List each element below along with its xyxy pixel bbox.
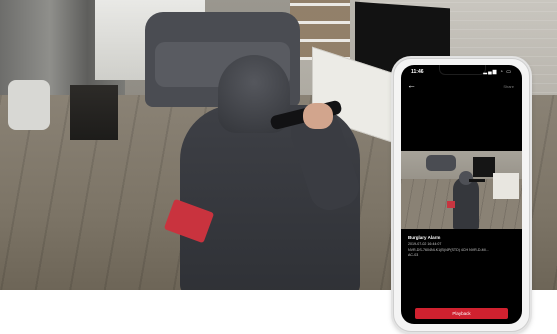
- photo-chair: [8, 80, 50, 130]
- playback-button[interactable]: Playback: [415, 308, 508, 319]
- snapshot-bag: [447, 201, 455, 208]
- alarm-snapshot[interactable]: [401, 151, 522, 229]
- alarm-device: NVR-DS-7604NI-K1(B)/4P(STD) 4CH NVR-D-MI…: [408, 248, 516, 258]
- phone-screen: 11:46 ▂▄▆ ◔ ▭ ← Share Burglary Alarm 201…: [401, 65, 522, 324]
- snapshot-intruder-hood: [459, 171, 473, 185]
- snapshot-tv: [473, 157, 495, 177]
- snapshot-flashlight: [469, 179, 485, 182]
- arrow-left-icon[interactable]: ←: [407, 81, 416, 90]
- status-time: 11:46: [411, 69, 424, 75]
- photo-side-table: [70, 85, 118, 140]
- alarm-device-line2: AC-03: [408, 253, 419, 257]
- intruder-hand: [303, 103, 333, 129]
- share-button[interactable]: Share: [503, 84, 514, 89]
- alarm-time: 2019-07-02 16:44:07: [408, 242, 442, 246]
- snapshot-tv-stand: [493, 173, 519, 199]
- phone-notch: [439, 65, 486, 75]
- phone-mockup: 11:46 ▂▄▆ ◔ ▭ ← Share Burglary Alarm 201…: [393, 58, 530, 332]
- signal-wifi-battery-icon: ▂▄▆ ◔ ▭: [483, 69, 512, 75]
- alarm-device-line1: NVR-DS-7604NI-K1(B)/4P(STD) 4CH NVR-D-MI…: [408, 248, 489, 252]
- snapshot-sofa: [426, 155, 456, 171]
- alarm-title: Burglary Alarm: [408, 235, 441, 240]
